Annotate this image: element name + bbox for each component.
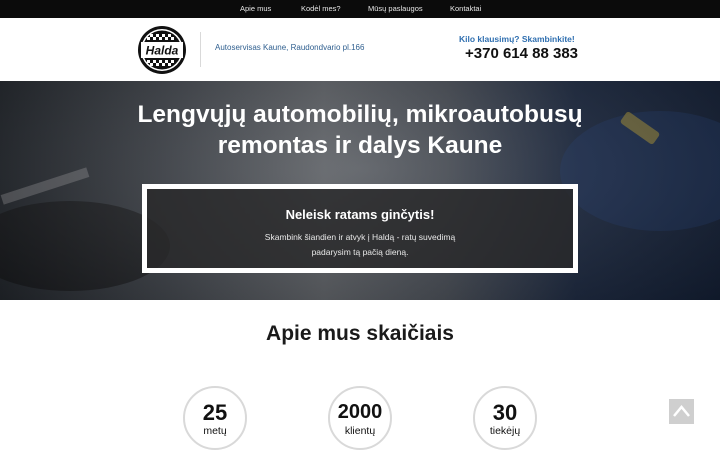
promo-box: Neleisk ratams ginčytis! Skambink šiandi…	[142, 184, 578, 273]
stat-label: klientų	[344, 425, 376, 437]
site-header: Halda Autoservisas Kaune, Raudondvario p…	[0, 18, 720, 81]
stat-suppliers: 30 tiekėjų	[473, 386, 537, 450]
stat-clients: 2000 klientų	[328, 386, 392, 450]
top-navigation: Apie mus Kodėl mes? Mūsų paslaugos Konta…	[0, 0, 720, 18]
promo-title: Neleisk ratams ginčytis!	[285, 207, 435, 222]
stat-years: 25 metų	[183, 386, 247, 450]
halda-logo[interactable]: Halda	[137, 25, 187, 75]
service-address: Autoservisas Kaune, Raudondvario pl.166	[215, 43, 365, 52]
promo-text-line-1: Skambink šiandien ir atvyk į Haldą - rat…	[264, 232, 456, 242]
chevron-up-icon	[673, 405, 690, 417]
header-divider	[200, 32, 201, 67]
scroll-to-top-button[interactable]	[669, 399, 694, 424]
promo-text-line-2: padarysim tą pačią dieną.	[311, 247, 409, 257]
stat-value: 25	[202, 400, 228, 425]
stat-value: 2000	[337, 401, 383, 423]
stat-value: 30	[492, 400, 518, 425]
nav-item-kodel-mes[interactable]: Kodėl mes?	[301, 0, 341, 18]
hero-title-line-2: remontas ir dalys Kaune	[217, 132, 503, 159]
stat-label: tiekėjų	[489, 425, 521, 437]
stats-heading: Apie mus skaičiais	[266, 322, 454, 345]
nav-item-kontaktai[interactable]: Kontaktai	[450, 0, 481, 18]
hero-title: Lengvųjų automobilių, mikroautobusų remo…	[60, 99, 660, 161]
stat-label: metų	[203, 425, 227, 437]
call-prompt: Kilo klausimų? Skambinkite!	[459, 34, 575, 44]
hero-title-line-1: Lengvųjų automobilių, mikroautobusų	[137, 101, 583, 128]
promo-text: Skambink šiandien ir atvyk į Haldą - rat…	[147, 230, 573, 260]
phone-number-link[interactable]: +370 614 88 383	[465, 45, 578, 62]
svg-text:Halda: Halda	[146, 44, 179, 58]
nav-item-apie-mus[interactable]: Apie mus	[240, 0, 271, 18]
nav-item-paslaugos[interactable]: Mūsų paslaugos	[368, 0, 423, 18]
